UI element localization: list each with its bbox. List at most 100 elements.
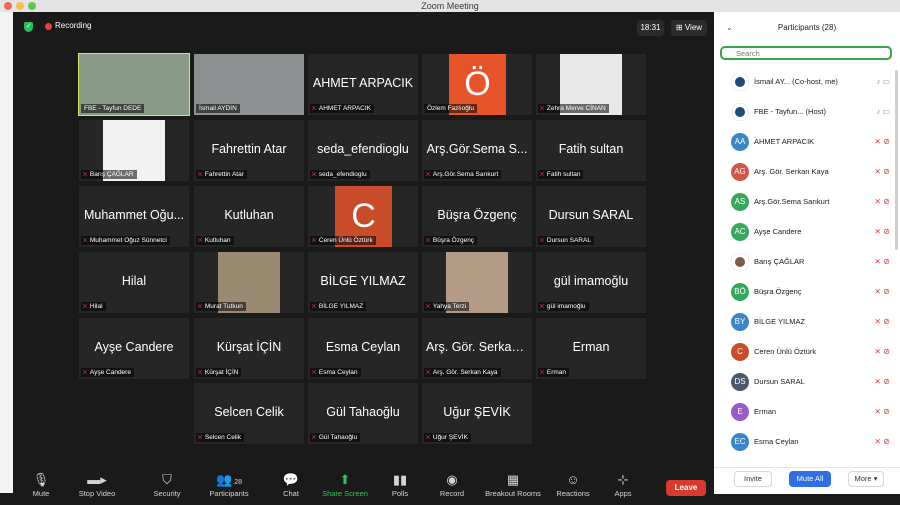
record-button[interactable]: ◉ Record: [424, 463, 480, 505]
tile-display-name: Arş. Gör. Serkan...: [426, 340, 529, 354]
avatar: AC: [731, 223, 749, 241]
shield-icon[interactable]: ✓: [24, 22, 33, 32]
invite-button[interactable]: Invite: [734, 471, 772, 487]
video-tile[interactable]: Dursun SARAL ⨯ Dursun SARAL: [536, 186, 646, 247]
mute-all-button[interactable]: Mute All: [789, 471, 831, 487]
mic-off-icon: ⨯: [311, 369, 317, 376]
video-tile[interactable]: seda_efendioglu ⨯ seda_efendioglu: [308, 120, 418, 181]
tile-display-name: AHMET ARPACIK: [312, 76, 414, 90]
participant-row[interactable]: AC Ayşe Candere ⨯ ⊘: [714, 217, 900, 247]
participants-icon: 👥 28: [216, 472, 242, 487]
video-tile[interactable]: Büşra Özgenç ⨯ Büşra Özgenç: [422, 186, 532, 247]
participant-row[interactable]: EC Esma Ceylan ⨯ ⊘: [714, 427, 900, 457]
participant-row[interactable]: AG Arş. Gör. Serkan Kaya ⨯ ⊘: [714, 157, 900, 187]
video-tile[interactable]: Muhammet Oğu... ⨯ Muhammet Oğuz Sünnetci: [79, 186, 189, 247]
view-button[interactable]: ⊞ View: [671, 20, 707, 36]
video-tile[interactable]: AHMET ARPACIK ⨯ AHMET ARPACIK: [308, 54, 418, 115]
tile-caption-text: Arş. Gör. Serkan Kaya: [432, 369, 498, 376]
tile-caption: Özlem Fazlıoğlu: [424, 104, 477, 113]
meeting-area: ✓ Recording 18:31 ⊞ View FBE - Tayfun DE…: [13, 12, 714, 505]
video-tile[interactable]: Esma Ceylan ⨯ Esma Ceylan: [308, 318, 418, 379]
participant-row[interactable]: AS Arş.Gör.Sema Sarıkurt ⨯ ⊘: [714, 187, 900, 217]
tile-caption-text: Yahya Terzi: [432, 303, 467, 310]
mic-off-icon: ⨯: [311, 303, 317, 310]
participant-row[interactable]: C Ceren Ünlü Öztürk ⨯ ⊘: [714, 337, 900, 367]
stop-video-button[interactable]: ▬▸ Stop Video: [69, 463, 125, 505]
participant-row[interactable]: BY BİLGE YILMAZ ⨯ ⊘: [714, 307, 900, 337]
video-tile[interactable]: Arş.Gör.Sema S... ⨯ Arş.Gör.Sema Sarıkurt: [422, 120, 532, 181]
search-input[interactable]: [720, 46, 892, 60]
video-tile[interactable]: Ayşe Candere ⨯ Ayşe Candere: [79, 318, 189, 379]
video-tile[interactable]: Arş. Gör. Serkan... ⨯ Arş. Gör. Serkan Kay…: [422, 318, 532, 379]
tile-display-name: BİLGE YILMAZ: [320, 274, 406, 288]
tile-caption-text: Dursun SARAL: [546, 237, 591, 244]
tile-caption-text: Kutluhan: [204, 237, 231, 244]
video-tile[interactable]: gül imamoğlu ⨯ gül imamoğlu: [536, 252, 646, 313]
panel-header: ⌄ Participants (28): [714, 12, 900, 44]
chat-button[interactable]: 💬 Chat: [263, 463, 319, 505]
participant-row[interactable]: E Erman ⨯ ⊘: [714, 397, 900, 427]
participants-button[interactable]: 👥 28 Participants: [201, 463, 257, 505]
video-tile[interactable]: FBE - Tayfun DEDE: [78, 53, 190, 116]
security-button[interactable]: ⛉ Security: [139, 463, 195, 505]
participant-name: Büşra Özgenç: [754, 287, 802, 296]
video-tile[interactable]: ⨯ Murat Tutkun: [194, 252, 304, 313]
tile-caption-text: Özlem Fazlıoğlu: [427, 105, 474, 112]
mic-off-icon: ⨯: [311, 434, 317, 441]
participant-name: İsmail AY... (Co-host, me): [754, 77, 838, 86]
video-tile[interactable]: Fatih sultan ⨯ Fatih sultan: [536, 120, 646, 181]
tile-display-name: Dursun SARAL: [548, 208, 634, 222]
breakout-rooms-button[interactable]: ▦ Breakout Rooms: [479, 463, 547, 505]
avatar: DS: [731, 373, 749, 391]
participant-row[interactable]: Barış ÇAĞLAR ⨯ ⊘: [714, 247, 900, 277]
video-tile[interactable]: C ⨯ Ceren Ünlü Öztürk: [308, 186, 418, 247]
video-tile[interactable]: BİLGE YILMAZ ⨯ BİLGE YILMAZ: [308, 252, 418, 313]
participant-row[interactable]: AA AHMET ARPACIK ⨯ ⊘: [714, 127, 900, 157]
video-tile[interactable]: Gül Tahaoğlu ⨯ Gül Tahaoğlu: [308, 383, 418, 444]
mic-off-icon: ⨯: [311, 105, 317, 112]
video-tile[interactable]: Kürşat İÇİN ⨯ Kürşat İÇİN: [194, 318, 304, 379]
tile-caption-text: Arş.Gör.Sema Sarıkurt: [432, 171, 499, 178]
mic-off-icon: ⨯: [539, 237, 545, 244]
avatar: EC: [731, 433, 749, 451]
participant-row[interactable]: FBE - Tayfun... (Host) ♪ ▭: [714, 97, 900, 127]
video-tile[interactable]: ⨯ Barış ÇAĞLAR: [79, 120, 189, 181]
video-tile[interactable]: Uğur ŞEVİK ⨯ Uğur ŞEVİK: [422, 383, 532, 444]
tile-caption: ⨯ Zehra Merve CİNAN: [538, 104, 609, 113]
mic-off-icon: ⨯: [82, 171, 88, 178]
leave-button[interactable]: Leave: [666, 480, 706, 496]
video-tile[interactable]: ⨯ Zehra Merve CİNAN: [536, 54, 646, 115]
reactions-button[interactable]: ☺ Reactions: [545, 463, 601, 505]
participant-row[interactable]: DS Dursun SARAL ⨯ ⊘: [714, 367, 900, 397]
panel-scrollbar[interactable]: [895, 70, 898, 250]
tile-caption-text: Gül Tahaoğlu: [318, 434, 358, 441]
video-tile[interactable]: Selcen Celik ⨯ Selcen Celik: [194, 383, 304, 444]
mic-off-icon: ⨯: [425, 303, 431, 310]
video-tile[interactable]: Fahrettin Atar ⨯ Fahrettin Atar: [194, 120, 304, 181]
chevron-down-icon[interactable]: ⌄: [726, 12, 733, 44]
video-tile[interactable]: Erman ⨯ Erman: [536, 318, 646, 379]
participant-row[interactable]: BÖ Büşra Özgenç ⨯ ⊘: [714, 277, 900, 307]
mute-button[interactable]: 🎙 Mute: [13, 463, 69, 505]
video-tile[interactable]: Ö Özlem Fazlıoğlu: [422, 54, 532, 115]
tile-display-name: Hilal: [121, 274, 147, 288]
mic-off-icon: ⨯: [539, 369, 545, 376]
mic-muted-icon: ⨯ ⊘: [874, 287, 890, 296]
tile-display-name: Selcen Celik: [214, 405, 284, 419]
participant-row[interactable]: İsmail AY... (Co-host, me) ♪ ▭: [714, 67, 900, 97]
more-button[interactable]: More ▾: [848, 471, 884, 487]
meeting-topbar: ✓ Recording 18:31 ⊞ View: [13, 12, 714, 42]
tile-caption-text: Hilal: [89, 303, 103, 310]
video-tile[interactable]: Kutluhan ⨯ Kutluhan: [194, 186, 304, 247]
more-button-label: More: [854, 474, 872, 483]
tile-caption: ⨯ Dursun SARAL: [538, 236, 594, 245]
tile-caption: ⨯ Murat Tutkun: [196, 302, 246, 311]
share-screen-button[interactable]: ⬆ Share Screen: [317, 463, 373, 505]
video-tile[interactable]: İsmail AYDIN: [194, 54, 304, 115]
video-tile[interactable]: ⨯ Yahya Terzi: [422, 252, 532, 313]
tile-caption: ⨯ Selcen Celik: [196, 433, 245, 442]
participant-name: Esma Ceylan: [754, 437, 799, 446]
video-tile[interactable]: Hilal ⨯ Hilal: [79, 252, 189, 313]
polls-button[interactable]: ▮▮ Polls: [372, 463, 428, 505]
apps-button[interactable]: ⊹ Apps: [595, 463, 651, 505]
